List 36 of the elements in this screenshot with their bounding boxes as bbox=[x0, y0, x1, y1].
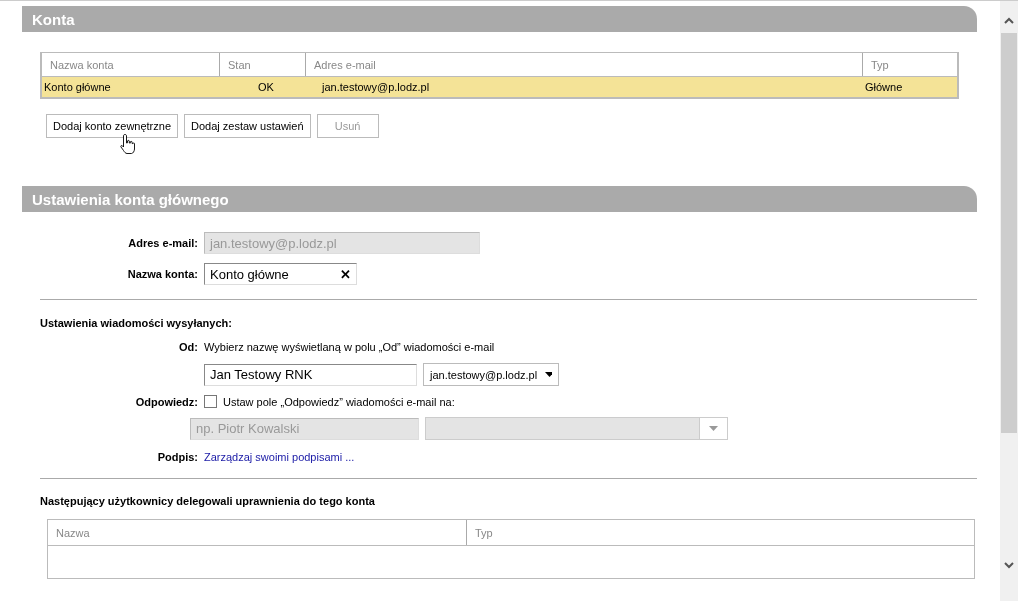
column-header: Nazwa konta bbox=[42, 53, 220, 76]
dropdown-caret-icon bbox=[545, 372, 552, 377]
table-cell-text: jan.testowy@p.lodz.pl bbox=[320, 81, 431, 93]
field-label: Nazwa konta: bbox=[126, 268, 198, 280]
field-label: Od: bbox=[178, 341, 198, 353]
table-cell-text: Konto główne bbox=[43, 81, 112, 93]
column-header: Stan bbox=[220, 53, 306, 76]
field-label: Podpis: bbox=[156, 451, 198, 463]
column-header: Typ bbox=[870, 57, 890, 73]
scrollbar[interactable] bbox=[1000, 1, 1018, 601]
section-header: Konta bbox=[22, 6, 977, 32]
column-header: Typ bbox=[474, 525, 494, 541]
table-row[interactable]: Konto główne OK jan.testowy@p.lodz.pl Główne bbox=[42, 77, 957, 97]
clear-icon[interactable]: ✕ bbox=[340, 266, 351, 282]
field-label: Odpowiedz: bbox=[134, 395, 198, 408]
section-subheading: Ustawienia wiadomości wysyłanych: bbox=[40, 317, 233, 329]
table-cell-text: OK bbox=[257, 81, 275, 93]
address-dropdown[interactable]: jan.testowy@p.lodz.pl bbox=[423, 363, 559, 386]
table-cell-text: Główne bbox=[864, 81, 904, 93]
hand-cursor-icon bbox=[120, 133, 136, 155]
section-subheading: Następujący użytkownicy delegowali uprawnienia do tego konta bbox=[40, 495, 376, 507]
sender-name-field[interactable]: Jan Testowy RNK bbox=[204, 363, 417, 386]
action-button[interactable]: Dodaj zestaw ustawień bbox=[184, 114, 311, 138]
column-header: Adres e-mail bbox=[306, 53, 863, 76]
dropdown-caret-icon bbox=[709, 426, 718, 431]
column-header: Nazwa bbox=[48, 520, 467, 545]
hint-text: Wybierz nazwę wyświetlaną w polu „Od” wiadomości e-mail bbox=[204, 341, 495, 353]
scroll-down-icon[interactable] bbox=[1003, 559, 1015, 571]
reply-checkbox[interactable] bbox=[204, 395, 217, 408]
section-header: Ustawienia konta głównego bbox=[22, 186, 977, 212]
field-label: Adres e-mail: bbox=[127, 237, 198, 249]
checkbox-label: Ustaw pole „Odpowiedz” wiadomości e-mail na: bbox=[223, 395, 455, 408]
signatures-link[interactable]: Zarządzaj swoimi podpisami ... bbox=[204, 451, 355, 463]
account-name-field[interactable]: Konto główne ✕ bbox=[204, 263, 357, 285]
action-button[interactable]: Dodaj konto zewnętrzne bbox=[46, 114, 178, 138]
scroll-thumb[interactable] bbox=[1001, 33, 1017, 433]
